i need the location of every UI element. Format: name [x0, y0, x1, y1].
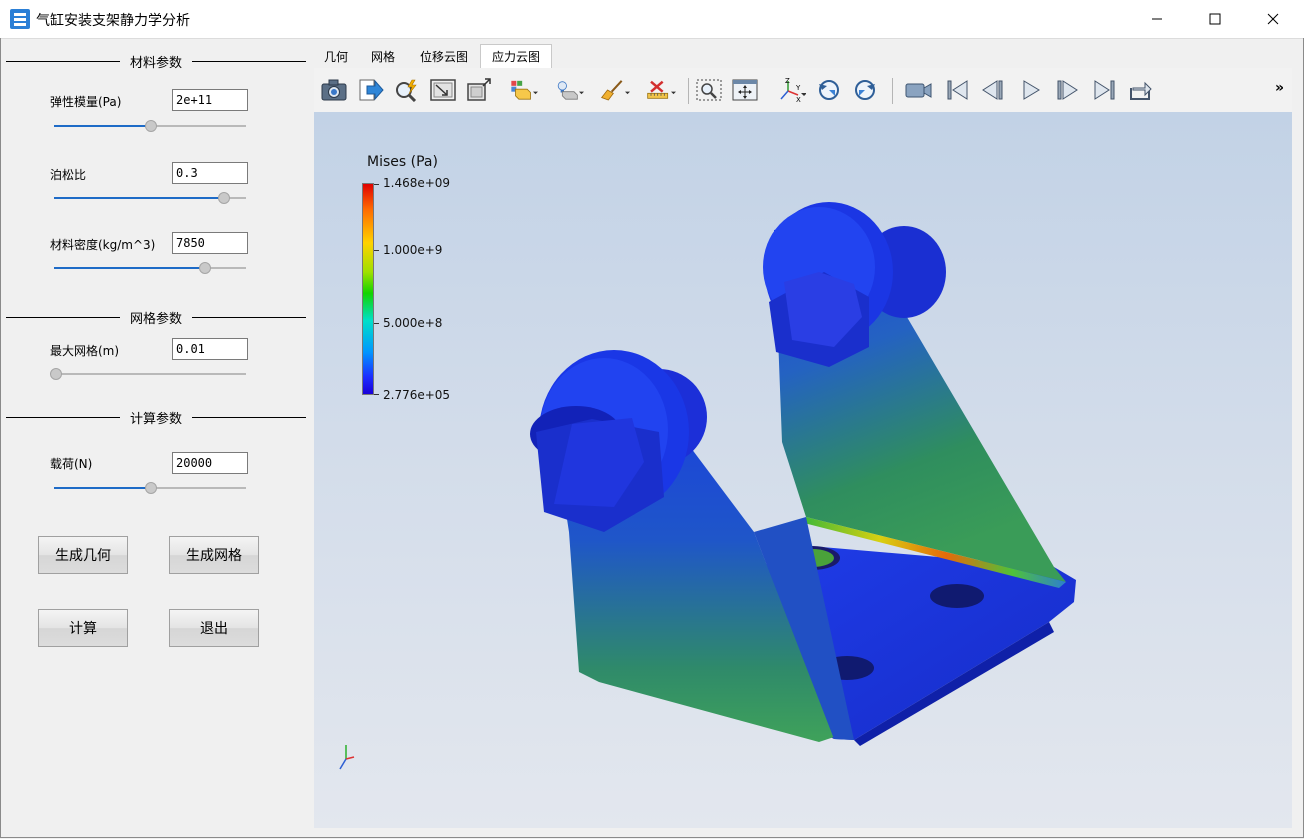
next-frame-icon[interactable]	[1052, 76, 1082, 104]
minimize-icon	[1152, 18, 1162, 20]
window-title: 气缸安装支架静力学分析	[36, 13, 190, 29]
pan-view-icon[interactable]	[730, 76, 760, 104]
mesh-size-label: 最大网格(m)	[50, 344, 120, 358]
minimize-button[interactable]	[1128, 0, 1186, 38]
mesh-section-title: 网格参数	[130, 311, 183, 327]
loop-icon[interactable]	[1126, 76, 1156, 104]
elastic-modulus-input[interactable]	[172, 89, 248, 111]
load-input[interactable]	[172, 452, 248, 474]
interactive-select-icon[interactable]	[392, 76, 422, 104]
zoom-to-selection-icon[interactable]	[694, 76, 724, 104]
material-section-title: 材料参数	[130, 55, 183, 71]
zoom-to-box-icon[interactable]	[464, 76, 494, 104]
maximize-button[interactable]	[1186, 0, 1244, 38]
reset-view-icon[interactable]	[428, 76, 458, 104]
toolbar-overflow-button[interactable]: »	[1275, 80, 1284, 96]
toolbar-separator	[892, 78, 893, 104]
clear-broom-icon[interactable]	[600, 76, 630, 104]
camera-screenshot-icon[interactable]	[319, 76, 349, 104]
mesh-section-header: 网格参数	[6, 309, 307, 327]
ruler-delete-icon[interactable]	[646, 76, 676, 104]
representation-icon[interactable]	[508, 76, 538, 104]
density-label: 材料密度(kg/m^3)	[50, 238, 156, 252]
mesh-size-input[interactable]	[172, 338, 248, 360]
last-frame-icon[interactable]	[1090, 76, 1120, 104]
poisson-ratio-slider[interactable]	[54, 192, 246, 204]
poisson-ratio-input[interactable]	[172, 162, 248, 184]
elastic-modulus-slider[interactable]	[54, 120, 246, 132]
export-arrow-icon[interactable]	[356, 76, 386, 104]
poisson-ratio-label: 泊松比	[50, 168, 87, 182]
generate-geometry-button[interactable]: 生成几何	[38, 536, 128, 574]
exit-button[interactable]: 退出	[169, 609, 259, 647]
parameter-panel: 材料参数 弹性模量(Pa) 泊松比 材料密度(kg/m^3) 网格参数 最大网格…	[0, 39, 312, 837]
3d-viewport[interactable]: Mises (Pa) 1.468e+09 1.000e+9 5.000e+8 2…	[314, 112, 1292, 828]
svg-text:Z: Z	[785, 77, 790, 85]
rotate-cw-icon[interactable]	[850, 76, 880, 104]
rotate-ccw-icon[interactable]	[814, 76, 844, 104]
elastic-modulus-label: 弹性模量(Pa)	[50, 95, 122, 109]
video-camera-icon[interactable]	[904, 76, 934, 104]
svg-text:Y: Y	[795, 84, 801, 92]
density-input[interactable]	[172, 232, 248, 254]
play-icon[interactable]	[1016, 76, 1046, 104]
lighting-icon[interactable]	[554, 76, 584, 104]
material-section-header: 材料参数	[6, 53, 307, 71]
maximize-icon	[1209, 13, 1221, 25]
generate-mesh-button[interactable]: 生成网格	[169, 536, 259, 574]
tab-geometry[interactable]: 几何	[318, 44, 354, 68]
tab-mesh[interactable]: 网格	[364, 44, 402, 68]
calc-section-header: 计算参数	[6, 409, 307, 427]
calc-section-title: 计算参数	[130, 411, 183, 427]
previous-frame-icon[interactable]	[978, 76, 1008, 104]
viewer-toolbar: ZYX »	[314, 68, 1292, 113]
bracket-stress-model	[339, 202, 1076, 770]
axes-orientation-icon[interactable]: ZYX	[776, 76, 806, 104]
density-slider[interactable]	[54, 262, 246, 274]
mesh-size-slider[interactable]	[50, 368, 246, 380]
tab-displacement[interactable]: 位移云图	[412, 44, 476, 68]
toolbar-separator	[688, 78, 689, 104]
tab-stress[interactable]: 应力云图	[480, 44, 552, 68]
load-label: 载荷(N)	[50, 457, 93, 471]
app-icon	[10, 9, 30, 29]
title-bar: 气缸安装支架静力学分析	[0, 0, 1304, 39]
first-frame-icon[interactable]	[942, 76, 972, 104]
close-icon	[1267, 13, 1279, 25]
svg-text:X: X	[796, 96, 801, 103]
compute-button[interactable]: 计算	[38, 609, 128, 647]
close-button[interactable]	[1244, 0, 1302, 38]
load-slider[interactable]	[54, 482, 246, 494]
